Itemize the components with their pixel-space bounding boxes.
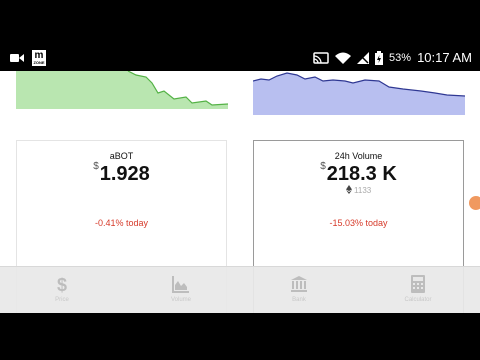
chart-icon (172, 276, 189, 293)
nav-bank[interactable]: Bank (239, 267, 359, 313)
calculator-icon (411, 275, 425, 293)
card-title: 24h Volume (334, 151, 383, 161)
cast-icon (313, 51, 329, 64)
battery-percent: 53% (389, 51, 412, 64)
card-title: aBOT (109, 151, 134, 161)
nav-calculator[interactable]: Calculator (358, 267, 478, 313)
ethereum-icon (345, 185, 352, 194)
status-bar: m ZONE 53% 10:17 AM (0, 47, 480, 71)
app-screen: aBOT $1.928 -0.41% today 24h Volume $218… (0, 71, 480, 313)
dollar-icon: $ (57, 275, 67, 293)
card-value: $218.3 K (254, 161, 463, 186)
nav-label: Volume (170, 297, 191, 303)
floating-action-dot[interactable] (469, 196, 480, 210)
card-value-number: 218.3 K (326, 163, 397, 185)
card-change: -15.03% today (329, 218, 388, 228)
video-camera-icon (10, 54, 24, 62)
mzone-app-icon: m ZONE (32, 50, 46, 66)
card-value: $1.928 (17, 161, 226, 186)
card-change: -0.41% today (94, 218, 149, 228)
currency-symbol: $ (93, 161, 99, 172)
bottom-nav: $ Price Volume Bank Calculator (0, 266, 480, 313)
bank-icon (291, 276, 307, 292)
nav-label: Bank (292, 297, 306, 303)
card-subvalue: 1133 (254, 185, 463, 195)
nav-price[interactable]: $ Price (2, 267, 122, 313)
currency-symbol: $ (320, 161, 326, 172)
svg-text:$: $ (57, 275, 67, 293)
battery-charging-icon (375, 50, 384, 65)
signal-icon (357, 51, 370, 64)
volume-chart-blue (253, 72, 465, 115)
eth-amount: 1133 (354, 186, 372, 195)
nav-volume[interactable]: Volume (121, 267, 241, 313)
price-chart-green (16, 71, 228, 109)
card-value-number: 1.928 (99, 163, 150, 185)
nav-label: Price (55, 297, 69, 303)
nav-label: Calculator (404, 297, 432, 303)
clock: 10:17 AM (417, 50, 472, 65)
wifi-icon (335, 52, 352, 64)
